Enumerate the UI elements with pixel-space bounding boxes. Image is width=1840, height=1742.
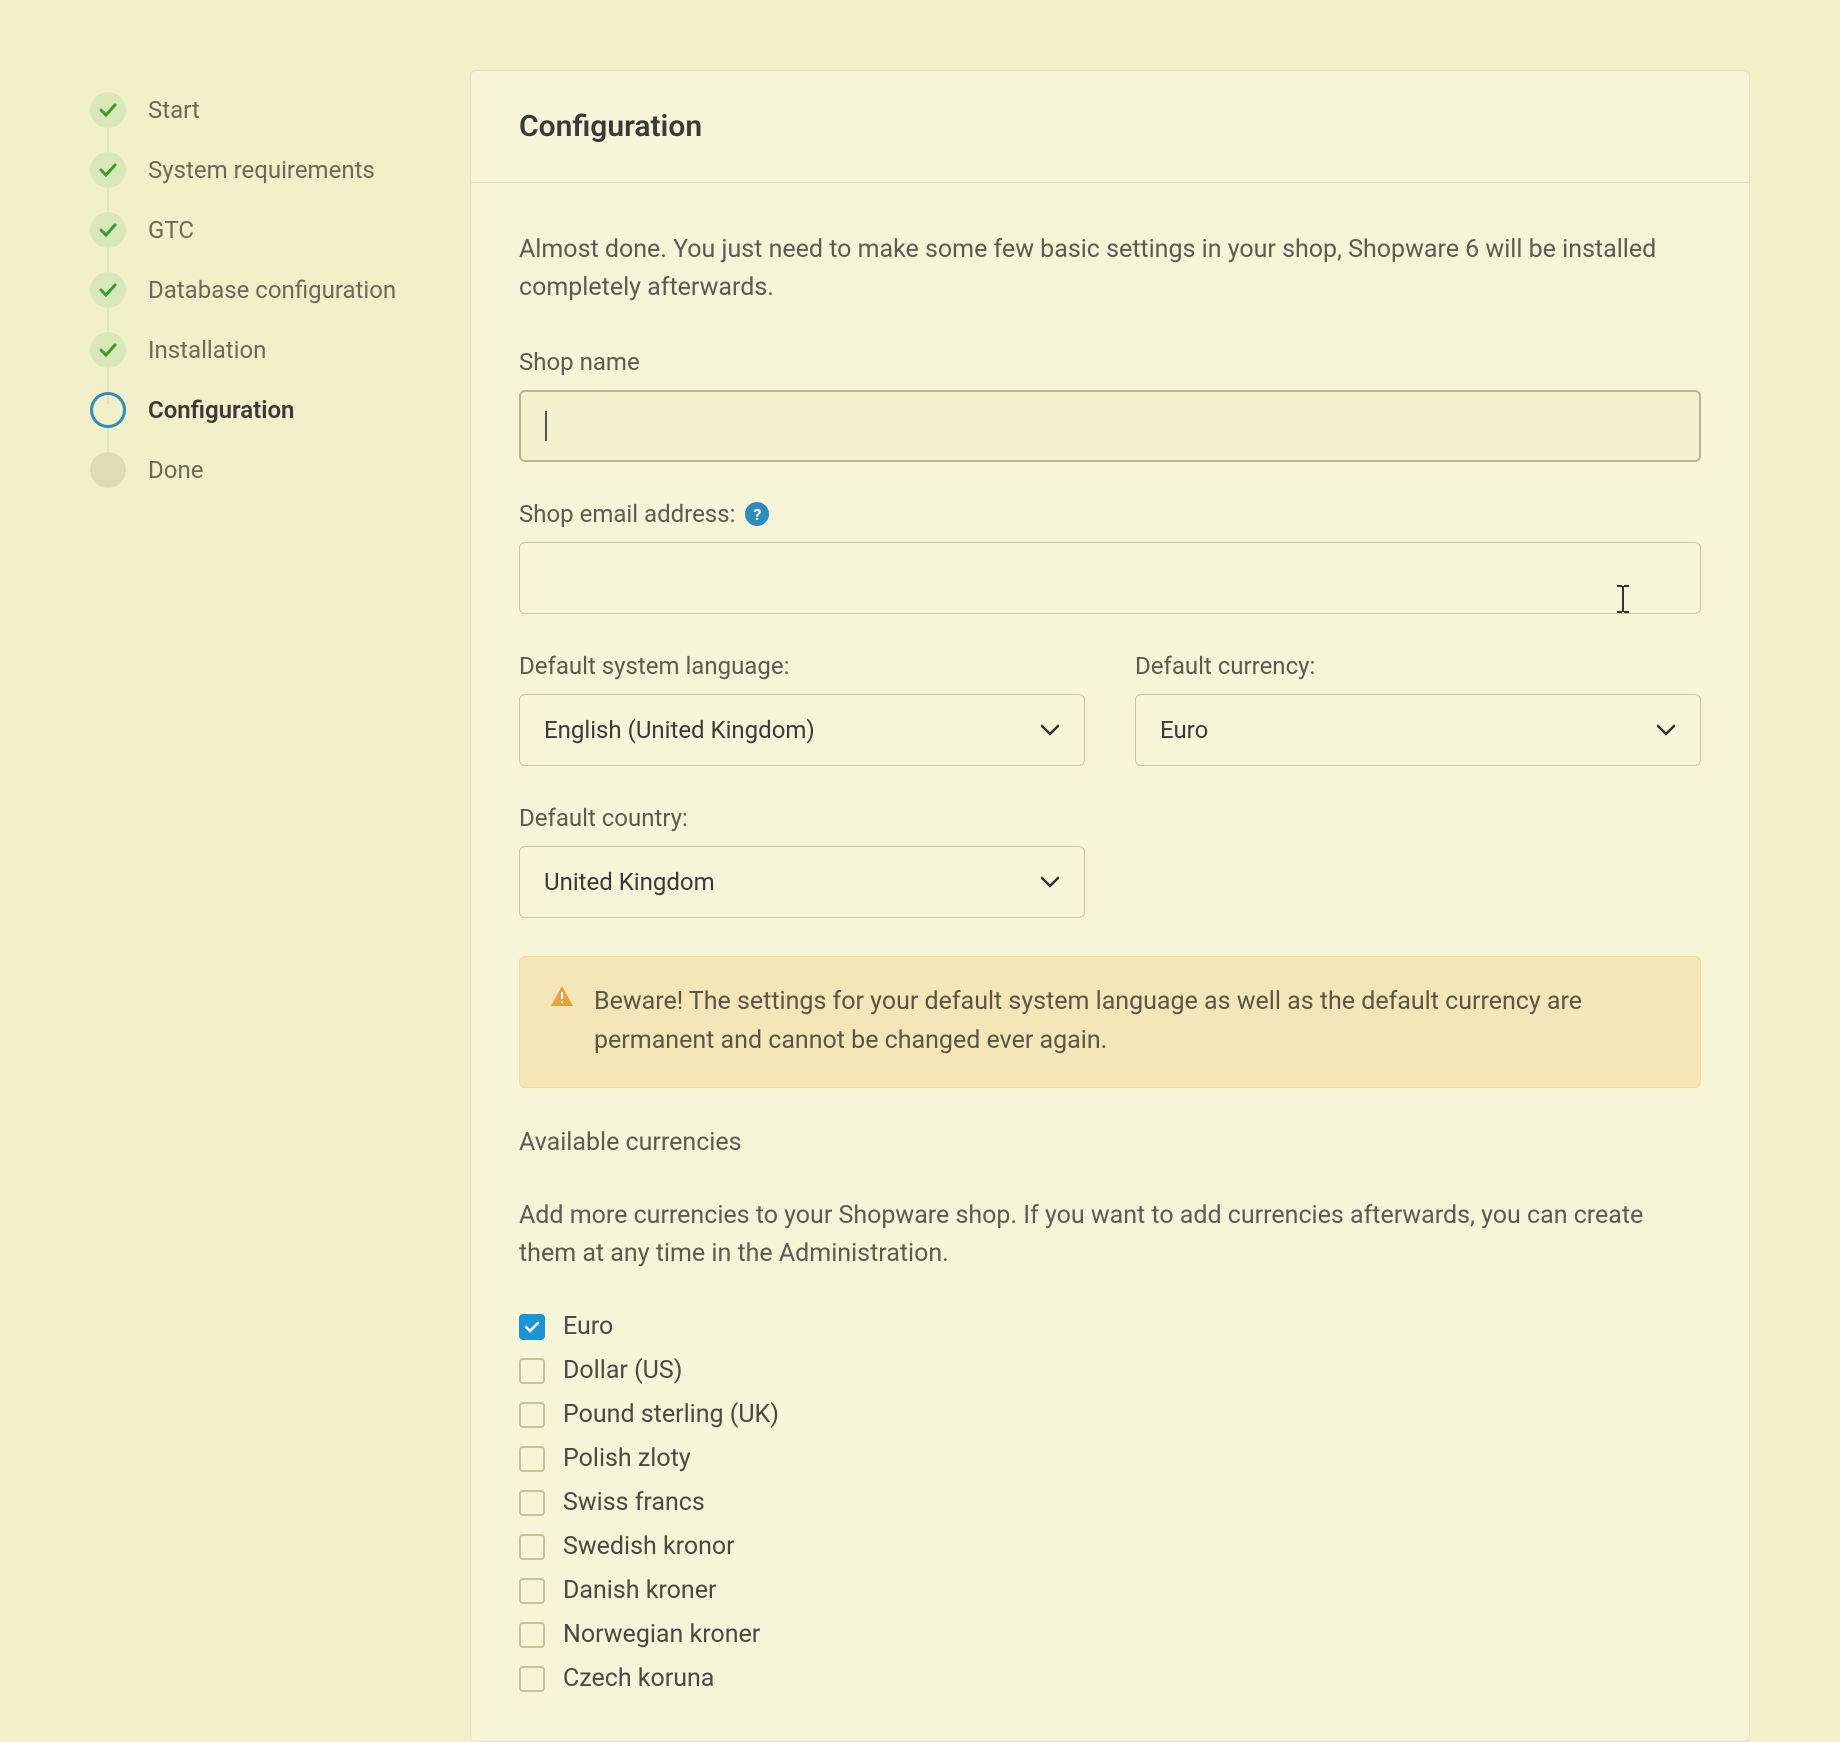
warning-icon	[550, 985, 574, 1007]
language-label: Default system language:	[519, 652, 1085, 680]
checkbox[interactable]	[519, 1402, 545, 1428]
step-done[interactable]: Done	[90, 440, 420, 500]
pending-step-icon	[90, 452, 126, 488]
step-label: System requirements	[148, 156, 375, 184]
warning-alert: Beware! The settings for your default sy…	[519, 956, 1701, 1088]
language-select[interactable]: English (United Kingdom)	[519, 694, 1085, 766]
help-icon[interactable]: ?	[745, 502, 769, 526]
shop-name-input[interactable]	[519, 390, 1701, 462]
check-icon	[90, 272, 126, 308]
step-start[interactable]: Start	[90, 80, 420, 140]
checkbox[interactable]	[519, 1622, 545, 1648]
checkbox-label: Czech koruna	[563, 1664, 714, 1693]
country-label: Default country:	[519, 804, 1085, 832]
checkbox[interactable]	[519, 1446, 545, 1472]
checkbox-label: Norwegian kroner	[563, 1620, 760, 1649]
checkbox[interactable]	[519, 1534, 545, 1560]
shop-email-label: Shop email address:	[519, 500, 735, 528]
checkbox-label: Polish zloty	[563, 1444, 691, 1473]
warning-text: Beware! The settings for your default sy…	[594, 983, 1670, 1061]
currency-norwegian-kroner[interactable]: Norwegian kroner	[519, 1620, 1701, 1649]
step-configuration[interactable]: Configuration	[90, 380, 420, 440]
currency-value: Euro	[1160, 716, 1208, 744]
step-label: Installation	[148, 336, 266, 364]
checkbox-label: Swiss francs	[563, 1488, 705, 1517]
shop-name-group: Shop name	[519, 348, 1701, 462]
intro-text: Almost done. You just need to make some …	[519, 231, 1701, 306]
step-label: Database configuration	[148, 276, 396, 304]
step-label: GTC	[148, 216, 194, 244]
step-label: Configuration	[148, 396, 294, 424]
text-caret	[545, 411, 547, 441]
page-title: Configuration	[519, 109, 1701, 144]
active-step-icon	[90, 392, 126, 428]
shop-email-input[interactable]	[519, 542, 1701, 614]
shop-email-group: Shop email address: ?	[519, 500, 1701, 614]
steps-sidebar: Start System requirements GTC Database conf…	[90, 70, 420, 1742]
currency-label: Default currency:	[1135, 652, 1701, 680]
currency-swedish-kronor[interactable]: Swedish kronor	[519, 1532, 1701, 1561]
currency-dollar-us-[interactable]: Dollar (US)	[519, 1356, 1701, 1385]
checkbox-label: Swedish kronor	[563, 1532, 735, 1561]
checkbox-label: Danish kroner	[563, 1576, 716, 1605]
currencies-list: Euro Dollar (US) Pound sterling (UK) Polish…	[519, 1312, 1701, 1693]
currency-polish-zloty[interactable]: Polish zloty	[519, 1444, 1701, 1473]
currency-pound-sterling-uk-[interactable]: Pound sterling (UK)	[519, 1400, 1701, 1429]
checkbox[interactable]	[519, 1358, 545, 1384]
chevron-down-icon	[1040, 876, 1060, 888]
checkbox[interactable]	[519, 1314, 545, 1340]
checkbox-label: Euro	[563, 1312, 613, 1341]
main-header: Configuration	[471, 71, 1749, 183]
country-select[interactable]: United Kingdom	[519, 846, 1085, 918]
check-icon	[90, 152, 126, 188]
checkbox-label: Dollar (US)	[563, 1356, 682, 1385]
checkbox[interactable]	[519, 1666, 545, 1692]
step-installation[interactable]: Installation	[90, 320, 420, 380]
currencies-title: Available currencies	[519, 1128, 1701, 1157]
step-label: Done	[148, 456, 203, 484]
step-database-configuration[interactable]: Database configuration	[90, 260, 420, 320]
shop-name-label: Shop name	[519, 348, 1701, 376]
checkbox-label: Pound sterling (UK)	[563, 1400, 779, 1429]
check-icon	[90, 212, 126, 248]
country-value: United Kingdom	[544, 868, 715, 896]
currency-euro[interactable]: Euro	[519, 1312, 1701, 1341]
checkbox[interactable]	[519, 1490, 545, 1516]
check-icon	[90, 332, 126, 368]
chevron-down-icon	[1040, 724, 1060, 736]
language-group: Default system language: English (United…	[519, 652, 1085, 766]
main-panel: Configuration Almost done. You just need…	[470, 70, 1750, 1742]
step-label: Start	[148, 96, 200, 124]
currency-czech-koruna[interactable]: Czech koruna	[519, 1664, 1701, 1693]
step-system-requirements[interactable]: System requirements	[90, 140, 420, 200]
checkbox[interactable]	[519, 1578, 545, 1604]
currency-danish-kroner[interactable]: Danish kroner	[519, 1576, 1701, 1605]
currencies-desc: Add more currencies to your Shopware sho…	[519, 1197, 1701, 1275]
main-body: Almost done. You just need to make some …	[471, 183, 1749, 1741]
currency-group: Default currency: Euro	[1135, 652, 1701, 766]
language-value: English (United Kingdom)	[544, 716, 815, 744]
country-group: Default country: United Kingdom	[519, 804, 1085, 918]
chevron-down-icon	[1656, 724, 1676, 736]
check-icon	[90, 92, 126, 128]
step-gtc[interactable]: GTC	[90, 200, 420, 260]
installer-layout: Start System requirements GTC Database conf…	[90, 70, 1750, 1742]
currency-swiss-francs[interactable]: Swiss francs	[519, 1488, 1701, 1517]
currency-select[interactable]: Euro	[1135, 694, 1701, 766]
